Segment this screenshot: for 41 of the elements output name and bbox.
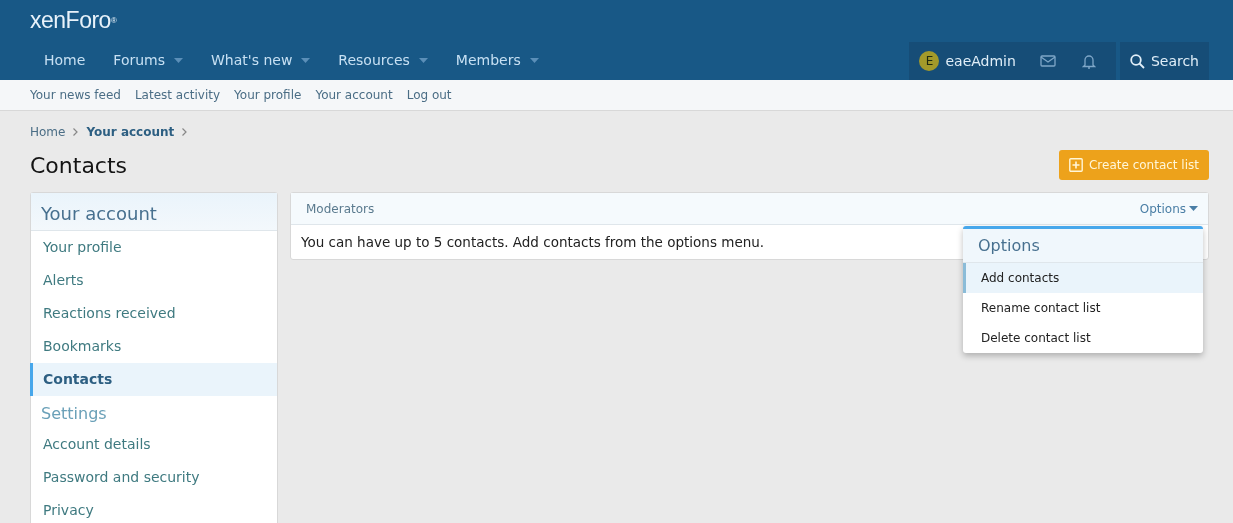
page-title: Contacts <box>30 152 128 178</box>
chevron-icon <box>73 128 79 136</box>
sidebar-item[interactable]: Reactions received <box>30 297 277 330</box>
bell-icon[interactable] <box>1081 53 1096 69</box>
envelope-icon[interactable] <box>1039 55 1056 67</box>
sidebar-item[interactable]: Password and security <box>30 461 277 494</box>
menu-item[interactable]: Rename contact list <box>963 293 1203 323</box>
sidebar-item[interactable]: Contacts <box>30 363 277 396</box>
search-button[interactable]: Search <box>1119 42 1209 80</box>
caret-icon <box>1189 206 1198 211</box>
search-icon <box>1129 53 1145 69</box>
avatar: E <box>919 51 940 71</box>
breadcrumb-link[interactable]: Home <box>30 125 66 139</box>
sidebar-item[interactable]: Bookmarks <box>30 330 277 363</box>
panel-title: Moderators <box>306 201 375 216</box>
nav-tab[interactable]: Members <box>441 52 553 68</box>
menu-item[interactable]: Add contacts <box>963 263 1203 293</box>
user-menu[interactable]: E eaeAdmin <box>919 51 1024 71</box>
subnav-link[interactable]: Your news feed <box>30 88 121 102</box>
sidebar-title: Your account <box>31 193 277 231</box>
panel-message: You can have up to 5 contacts. Add contacts from the options menu. <box>301 234 765 250</box>
nav-tab[interactable]: Home <box>30 52 100 68</box>
logo[interactable]: xenForo$^{®}$ <box>30 0 1209 40</box>
subnav-link[interactable]: Your account <box>315 88 393 102</box>
chevron-icon <box>182 128 188 136</box>
subnav-link[interactable]: Log out <box>406 88 452 102</box>
sidebar-item[interactable]: Privacy <box>30 494 277 523</box>
menu-title: Options <box>963 229 1203 263</box>
subnav-link[interactable]: Latest activity <box>134 88 221 102</box>
sidebar-item[interactable]: Account details <box>30 428 277 461</box>
sidebar-item[interactable]: Your profile <box>30 231 277 264</box>
breadcrumb-link[interactable]: Your account <box>86 125 175 139</box>
sidebar-heading: Settings <box>40 403 108 425</box>
menu-item[interactable]: Delete contact list <box>963 323 1203 353</box>
plus-square-icon <box>1068 158 1083 172</box>
options-button[interactable]: Options <box>1139 201 1198 216</box>
sidebar-item[interactable]: Alerts <box>30 264 277 297</box>
nav-tab[interactable]: Forums <box>99 52 198 68</box>
nav-tab[interactable]: What's new <box>197 52 325 68</box>
nav-tab[interactable]: Resources <box>324 52 442 68</box>
subnav-link[interactable]: Your profile <box>234 88 302 102</box>
